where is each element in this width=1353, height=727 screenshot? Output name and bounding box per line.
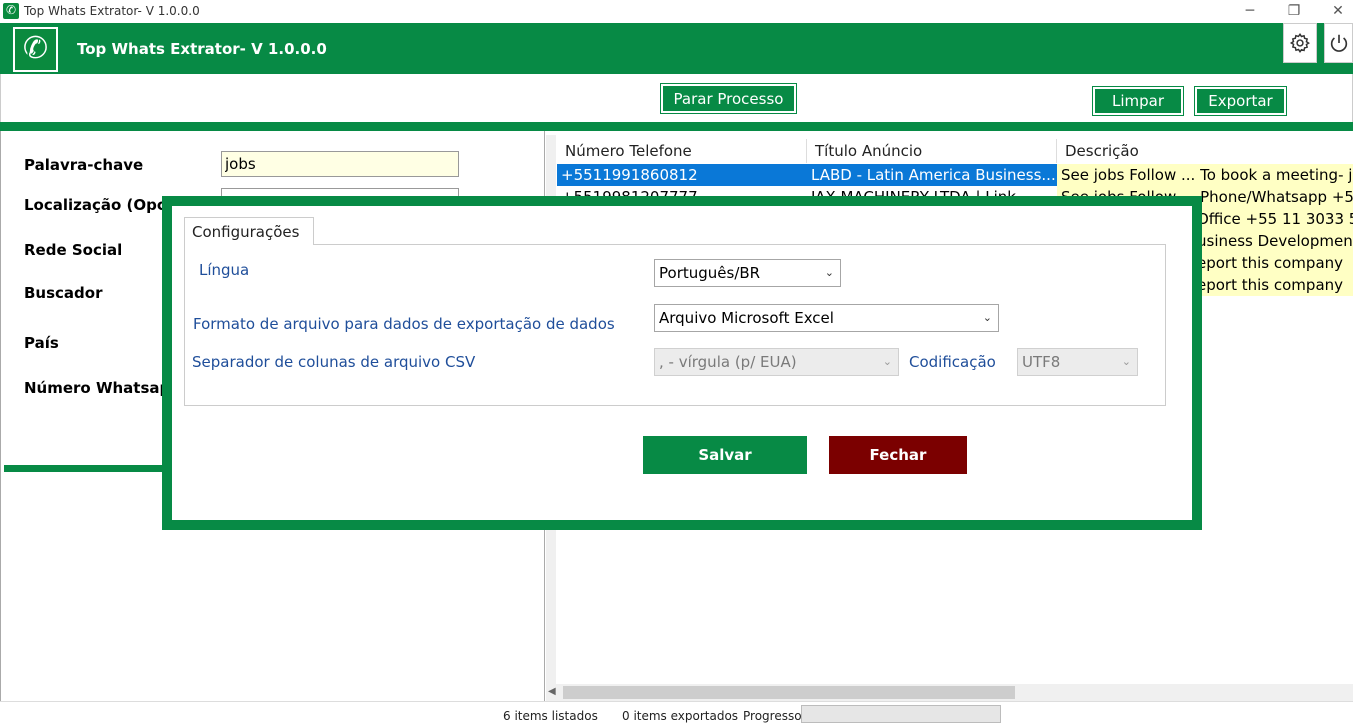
chevron-down-icon: ⌄ xyxy=(982,311,992,324)
save-button[interactable]: Salvar xyxy=(643,436,807,474)
language-select[interactable]: Português/BR ⌄ xyxy=(654,259,841,287)
cell-title: LABD - Latin America Business... xyxy=(807,164,1057,186)
encoding-value: UTF8 xyxy=(1022,353,1061,371)
power-icon xyxy=(1330,34,1347,52)
language-label: Língua xyxy=(199,261,250,279)
restore-icon[interactable]: ❐ xyxy=(1280,2,1308,20)
encoding-label: Codificação xyxy=(909,353,996,371)
items-exported-count: 0 items exportados xyxy=(622,709,739,723)
cell-description: See jobs Follow ... To book a meeting- j xyxy=(1057,164,1353,186)
country-label: País xyxy=(24,334,59,352)
csv-separator-label: Separador de colunas de arquivo CSV xyxy=(192,353,476,371)
close-window-icon[interactable]: ✕ xyxy=(1324,2,1352,20)
stop-process-button[interactable]: Parar Processo xyxy=(660,83,797,114)
location-label: Localização (Opc xyxy=(24,196,166,214)
export-format-select[interactable]: Arquivo Microsoft Excel ⌄ xyxy=(654,304,999,332)
keyword-input[interactable] xyxy=(221,151,459,177)
app-name: Top Whats Extrator- V 1.0.0.0 xyxy=(77,40,327,58)
column-header-title[interactable]: Título Anúncio xyxy=(807,139,1057,163)
chevron-down-icon: ⌄ xyxy=(824,266,834,279)
language-value: Português/BR xyxy=(659,264,761,282)
close-button[interactable]: Fechar xyxy=(829,436,967,474)
gear-icon xyxy=(1289,33,1310,53)
progress-label: Progresso: xyxy=(743,709,806,723)
export-format-value: Arquivo Microsoft Excel xyxy=(659,309,834,327)
minimize-icon[interactable]: ─ xyxy=(1236,2,1264,20)
column-header-description[interactable]: Descrição xyxy=(1057,139,1353,163)
header-divider xyxy=(0,122,1353,131)
encoding-select: UTF8 ⌄ xyxy=(1017,348,1138,376)
window-title: Top Whats Extrator- V 1.0.0.0 xyxy=(24,4,200,18)
export-format-label: Formato de arquivo para dados de exporta… xyxy=(193,315,615,333)
clear-button[interactable]: Limpar xyxy=(1092,86,1184,116)
keyword-label: Palavra-chave xyxy=(24,156,144,174)
items-listed-count: 6 items listados xyxy=(503,709,598,723)
power-button[interactable] xyxy=(1324,23,1353,63)
left-panel-divider xyxy=(4,465,174,472)
progress-bar xyxy=(801,705,1001,723)
chevron-down-icon: ⌄ xyxy=(882,355,892,368)
csv-separator-value: , - vírgula (p/ EUA) xyxy=(659,353,797,371)
scroll-left-icon[interactable]: ◀ xyxy=(548,686,556,697)
table-row[interactable]: +5511991860812 LABD - Latin America Busi… xyxy=(557,164,1353,186)
column-header-phone[interactable]: Número Telefone xyxy=(557,139,807,163)
social-network-label: Rede Social xyxy=(24,241,123,259)
window-title-bar: Top Whats Extrator- V 1.0.0.0 ─ ❐ ✕ xyxy=(0,0,1353,23)
export-button[interactable]: Exportar xyxy=(1194,86,1287,116)
csv-separator-select: , - vírgula (p/ EUA) ⌄ xyxy=(654,348,899,376)
search-engine-label: Buscador xyxy=(24,284,103,302)
tab-settings[interactable]: Configurações xyxy=(184,217,314,245)
phone-app-icon xyxy=(3,3,19,19)
status-bar: 6 items listados 0 items exportados Prog… xyxy=(0,701,1353,727)
scrollbar-thumb[interactable] xyxy=(563,686,1015,699)
phone-logo-icon: ✆ xyxy=(13,27,58,72)
cell-phone: +5511991860812 xyxy=(557,164,807,186)
settings-button[interactable] xyxy=(1283,23,1317,63)
chevron-down-icon: ⌄ xyxy=(1121,355,1131,368)
whatsapp-number-label: Número Whatsapp xyxy=(24,379,182,397)
